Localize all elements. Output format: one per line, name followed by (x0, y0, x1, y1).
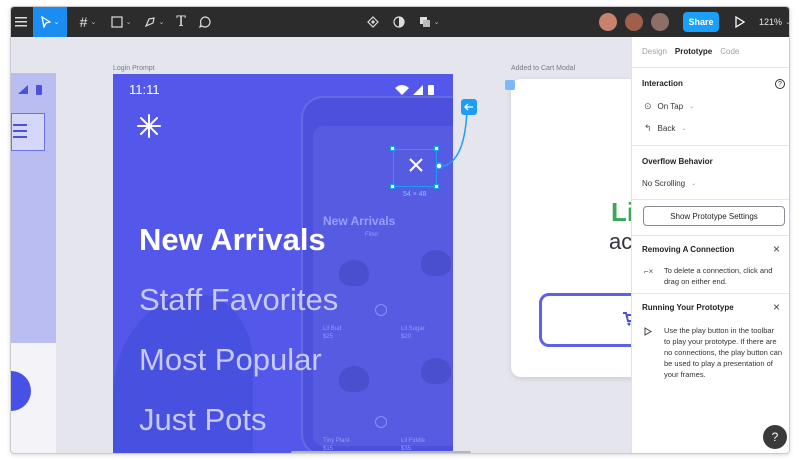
login-prompt-frame[interactable]: New Arrivals Filter Lil Bud $25 Lil Suga… (113, 74, 453, 453)
modal-heading: Li (611, 197, 631, 227)
divider (632, 145, 789, 146)
resize-handle[interactable] (390, 146, 395, 151)
disconnect-icon: ⌐× (644, 267, 654, 276)
divider (632, 235, 789, 236)
ghost-filter: Filter (365, 232, 379, 238)
tip-run-title: Running Your Prototype (642, 303, 734, 312)
trigger-label: On Tap (657, 102, 684, 111)
chevron-down-icon: ⌄ (681, 126, 687, 132)
present-button[interactable] (727, 7, 753, 37)
frame-label[interactable]: Login Prompt (113, 65, 155, 72)
help-button[interactable]: ? (763, 425, 787, 449)
resize-handle[interactable] (434, 184, 439, 189)
action-dropdown[interactable]: ↰ Back ⌄ (644, 123, 686, 134)
contrast-icon (393, 16, 405, 28)
horizontal-scrollbar[interactable] (291, 451, 471, 453)
avatar[interactable] (625, 13, 643, 31)
modal-cart-button[interactable] (539, 293, 631, 347)
mask-button[interactable] (389, 7, 409, 37)
boolean-icon (419, 17, 430, 27)
zoom-dropdown[interactable]: 121%⌄ (759, 7, 789, 37)
text-icon: T (176, 14, 186, 30)
hash-icon: # (79, 14, 88, 30)
pen-icon (144, 17, 155, 28)
rectangle-icon (110, 16, 123, 28)
ghost-product: Lil Sugar (401, 326, 425, 332)
avatar[interactable] (599, 13, 617, 31)
menu-just-pots[interactable]: Just Pots (139, 402, 267, 438)
pen-tool-button[interactable]: ⌄ (139, 7, 169, 37)
selection-box[interactable] (393, 149, 437, 187)
modal-body-text: ac (609, 229, 631, 254)
status-icons (395, 85, 434, 95)
overflow-dropdown[interactable]: No Scrolling ⌄ (642, 179, 696, 188)
starburst-logo-icon (137, 114, 161, 138)
resize-handle[interactable] (390, 184, 395, 189)
ghost-price: $20 (401, 334, 412, 340)
chevron-down-icon: ⌄ (691, 181, 697, 187)
overflow-title: Overflow Behavior (642, 157, 713, 166)
signal-icon (18, 85, 42, 95)
ghost-title: New Arrivals (323, 214, 396, 228)
zoom-label: 121% (759, 17, 783, 27)
chevron-down-icon: ⌄ (689, 104, 695, 110)
canvas[interactable]: Login Prompt Added to Cart Modal Li ac N… (11, 37, 631, 453)
tip-remove-body: To delete a connection, click and drag o… (664, 266, 773, 286)
pointer-icon (40, 16, 51, 28)
frame-marker-icon (505, 80, 515, 90)
comment-tool-button[interactable] (195, 7, 215, 37)
main-menu-icon[interactable] (11, 7, 31, 37)
overflow-label: No Scrolling (642, 179, 686, 188)
cart-icon (623, 312, 631, 326)
shape-tool-button[interactable]: ⌄ (106, 7, 136, 37)
tab-prototype[interactable]: Prototype (675, 47, 712, 56)
ghost-product: Tiny Plant (323, 438, 350, 444)
tab-design[interactable]: Design (642, 47, 667, 56)
comment-icon (199, 16, 211, 28)
panel-tabs: Design Prototype Code (642, 47, 739, 56)
play-icon (735, 15, 746, 29)
back-arrow-icon (464, 103, 473, 111)
tab-code[interactable]: Code (720, 47, 739, 56)
move-tool-button[interactable]: ⌄ (33, 7, 67, 37)
play-icon (644, 327, 652, 336)
divider (632, 67, 789, 68)
help-icon[interactable]: ? (775, 79, 785, 89)
frame-tool-button[interactable]: # ⌄ (73, 7, 103, 37)
frame-label[interactable]: Added to Cart Modal (511, 65, 575, 72)
menu-most-popular[interactable]: Most Popular (139, 342, 322, 378)
trigger-dropdown[interactable]: ⊙ On Tap ⌄ (644, 101, 694, 112)
divider (632, 293, 789, 294)
figma-window: ⌄ # ⌄ ⌄ ⌄ T ⌄ Share 121% Login Prompt Ad… (10, 6, 790, 454)
properties-panel: Design Prototype Code Interaction ? ⊙ On… (631, 37, 789, 453)
tap-icon: ⊙ (644, 101, 652, 111)
cart-modal-frame[interactable]: Li ac (511, 79, 631, 377)
back-arrow-icon: ↰ (644, 123, 652, 133)
tip-run-body: Use the play button in the toolbar to pl… (664, 326, 783, 379)
menu-staff-favorites[interactable]: Staff Favorites (139, 282, 338, 318)
tip-remove-title: Removing A Connection (642, 245, 735, 254)
close-icon[interactable]: × (773, 243, 780, 255)
boolean-button[interactable]: ⌄ (415, 7, 443, 37)
share-button[interactable]: Share (683, 12, 719, 32)
ghost-product: Lil Bud (323, 326, 342, 332)
component-button[interactable] (363, 7, 383, 37)
close-icon[interactable]: × (773, 301, 780, 313)
ghost-price: $25 (323, 334, 334, 340)
partial-frame[interactable] (11, 73, 56, 453)
selection-size-label: 54 × 48 (403, 191, 427, 198)
interaction-title: Interaction (642, 79, 683, 88)
status-time: 11:11 (129, 82, 160, 97)
show-prototype-settings-button[interactable]: Show Prototype Settings (643, 206, 785, 226)
hamburger-selection[interactable] (11, 113, 45, 151)
component-icon (367, 16, 379, 28)
toolbar: ⌄ # ⌄ ⌄ ⌄ T ⌄ Share 121% (11, 7, 789, 37)
connection-node[interactable] (461, 99, 477, 115)
ghost-product: Lil Fiddle (401, 438, 426, 444)
text-tool-button[interactable]: T (171, 7, 191, 37)
avatar[interactable] (651, 13, 669, 31)
menu-new-arrivals[interactable]: New Arrivals (139, 222, 326, 258)
divider (632, 199, 789, 200)
action-label: Back (657, 124, 676, 133)
